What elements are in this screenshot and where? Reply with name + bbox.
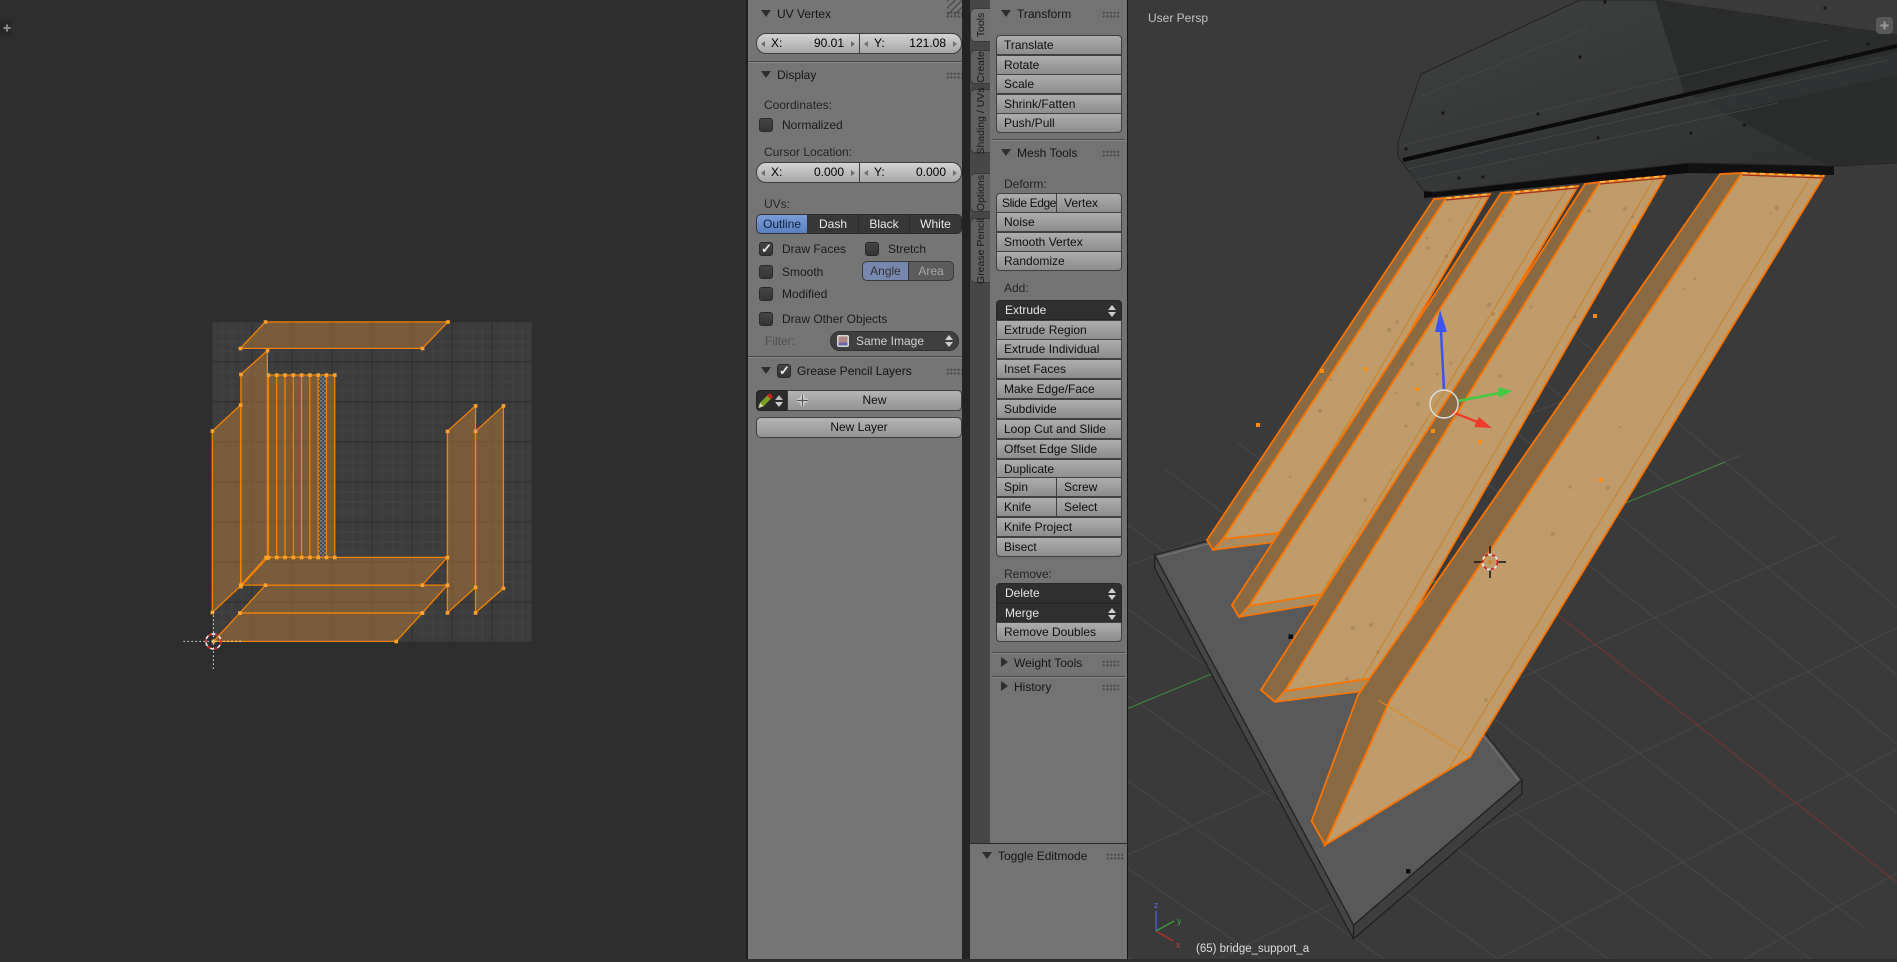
svg-text:x: x bbox=[1176, 940, 1181, 950]
svg-text:y: y bbox=[1177, 916, 1182, 926]
svg-text:z: z bbox=[1154, 900, 1159, 910]
svg-text:(65) bridge_support_a: (65) bridge_support_a bbox=[1196, 943, 1310, 955]
svg-text:User Persp: User Persp bbox=[1148, 11, 1208, 25]
